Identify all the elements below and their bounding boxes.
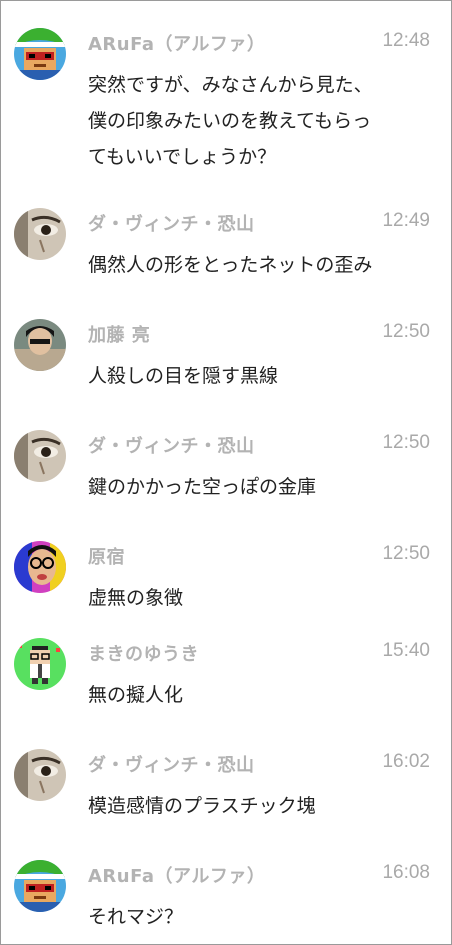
message-text: 模造感情のプラスチック塊 (88, 788, 428, 824)
message-line: てもいいでしょうか？ (88, 146, 277, 168)
message-text: それマジ？ (88, 899, 428, 935)
sender-name[interactable]: ダ・ヴィンチ・恐山 (88, 751, 255, 777)
message-item: まきのゆうき 15:40 無の擬人化 (1, 638, 451, 708)
harajuku-avatar[interactable] (14, 541, 66, 593)
sender-name[interactable]: ARuFa（アルファ） (88, 30, 265, 56)
message-item: 加藤 亮 12:50 人殺しの目を隠す黒線 (1, 319, 451, 389)
message-line: 無の擬人化 (88, 684, 184, 706)
sender-name[interactable]: まきのゆうき (88, 640, 199, 666)
message-line: 模造感情のプラスチック塊 (88, 795, 316, 817)
message-item: ダ・ヴィンチ・恐山 12:50 鍵のかかった空っぽの金庫 (1, 430, 451, 500)
sender-name[interactable]: 加藤 亮 (88, 321, 150, 347)
message-item: ダ・ヴィンチ・恐山 12:49 偶然人の形をとったネットの歪み (1, 208, 451, 278)
message-text: 無の擬人化 (88, 677, 428, 713)
message-time: 12:48 (382, 30, 430, 51)
message-line: 人殺しの目を隠す黒線 (88, 365, 279, 387)
message-line: 虚無の象徴 (88, 587, 184, 609)
arufa-avatar[interactable] (14, 860, 66, 912)
davinci-avatar[interactable] (14, 208, 66, 260)
davinci-avatar[interactable] (14, 430, 66, 482)
davinci-avatar[interactable] (14, 749, 66, 801)
message-time: 16:02 (382, 751, 430, 772)
sender-name[interactable]: 原宿 (88, 543, 125, 569)
sender-name[interactable]: ARuFa（アルファ） (88, 862, 265, 888)
makino-avatar[interactable] (14, 638, 66, 690)
sender-name[interactable]: ダ・ヴィンチ・恐山 (88, 432, 255, 458)
message-text: 突然ですが、みなさんから見た、 僕の印象みたいのを教えてもらっ てもいいでしょう… (88, 67, 428, 175)
message-time: 16:08 (382, 862, 430, 883)
kato-avatar[interactable] (14, 319, 66, 371)
sender-name[interactable]: ダ・ヴィンチ・恐山 (88, 210, 255, 236)
message-line: 偶然人の形をとったネットの歪み (88, 254, 373, 276)
message-item: ARuFa（アルファ） 16:08 それマジ？ (1, 860, 451, 930)
chat-thread: ARuFa（アルファ） 12:48 突然ですが、みなさんから見た、 僕の印象みた… (0, 0, 452, 945)
message-item: 原宿 12:50 虚無の象徴 (1, 541, 451, 611)
message-line: 鍵のかかった空っぽの金庫 (88, 476, 317, 498)
message-text: 人殺しの目を隠す黒線 (88, 358, 428, 394)
message-time: 12:50 (382, 432, 430, 453)
message-line: 僕の印象みたいのを教えてもらっ (88, 110, 372, 132)
message-time: 12:49 (382, 210, 430, 231)
message-line: それマジ？ (88, 906, 184, 928)
message-text: 虚無の象徴 (88, 580, 428, 616)
message-time: 12:50 (382, 543, 430, 564)
message-time: 12:50 (382, 321, 430, 342)
message-item: ARuFa（アルファ） 12:48 突然ですが、みなさんから見た、 僕の印象みた… (1, 28, 451, 168)
message-item: ダ・ヴィンチ・恐山 16:02 模造感情のプラスチック塊 (1, 749, 451, 819)
message-text: 鍵のかかった空っぽの金庫 (88, 469, 428, 505)
message-text: 偶然人の形をとったネットの歪み (88, 247, 428, 283)
message-line: 突然ですが、みなさんから見た、 (88, 74, 373, 96)
arufa-avatar[interactable] (14, 28, 66, 80)
message-time: 15:40 (382, 640, 430, 661)
